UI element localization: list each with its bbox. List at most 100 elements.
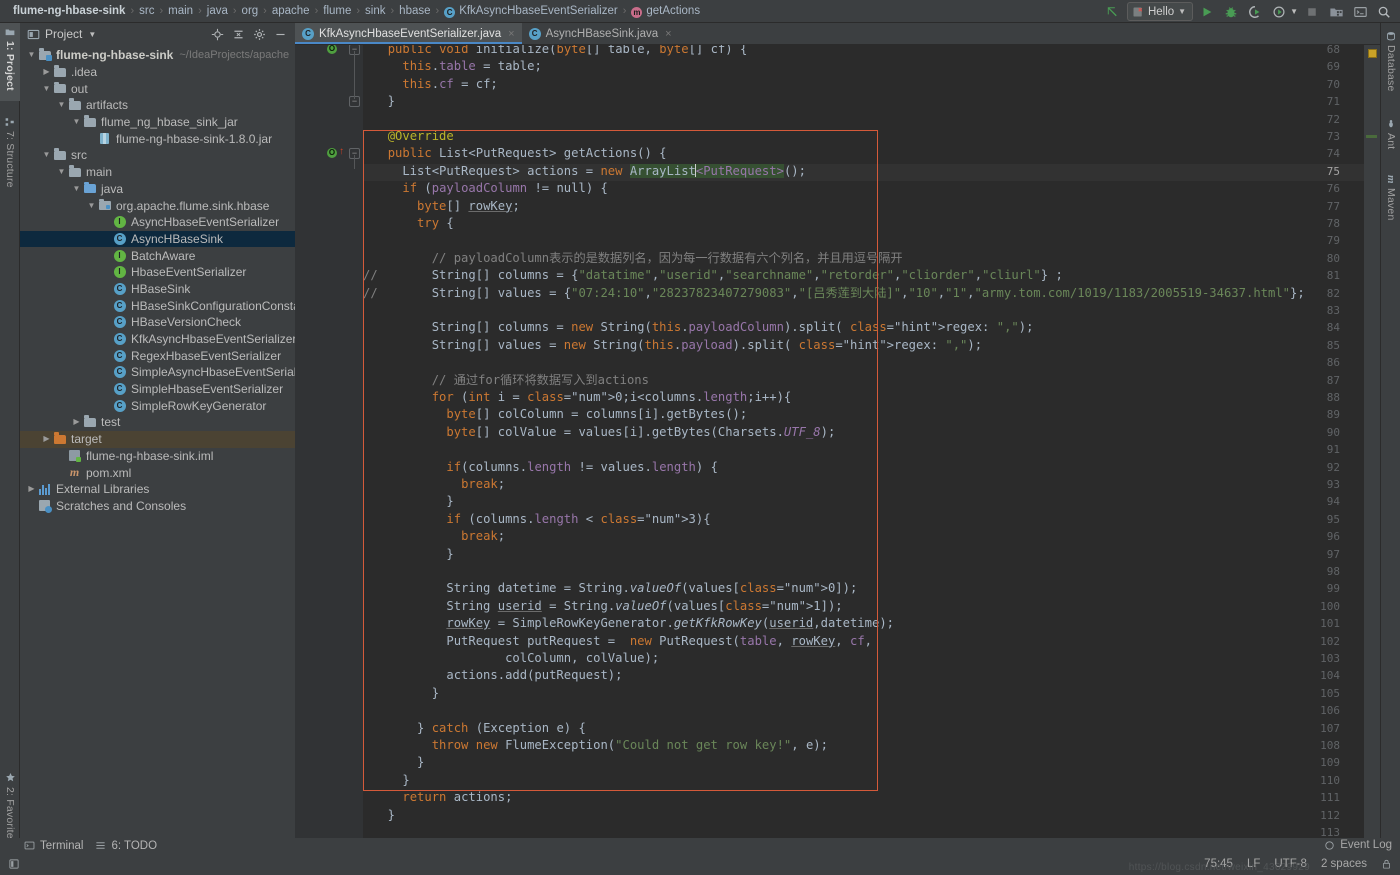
tree-node-flume-ng-hbase-sink-1.8.0.jar[interactable]: flume-ng-hbase-sink-1.8.0.jar	[20, 130, 295, 147]
editor-tab-asynchbasesink-java[interactable]: C AsyncHBaseSink.java ×	[521, 23, 679, 44]
breadcrumb-item-flume-ng-hbase-sink[interactable]: flume-ng-hbase-sink	[8, 5, 130, 17]
chevron-down-icon[interactable]: ▼	[88, 30, 96, 39]
tree-node-main[interactable]: ▼ main	[20, 164, 295, 181]
code-line[interactable]: }	[373, 685, 439, 702]
tree-node-asynchbaseeventserializer[interactable]: I AsyncHbaseEventSerializer	[20, 214, 295, 231]
implementing-arrow-icon[interactable]: ↑	[339, 147, 344, 157]
breadcrumb-item-java[interactable]: java	[202, 5, 233, 17]
tree-node-out[interactable]: ▼ out	[20, 80, 295, 97]
close-icon[interactable]: ×	[508, 28, 514, 40]
tree-node-artifacts[interactable]: ▼ artifacts	[20, 97, 295, 114]
code-line[interactable]: byte[] rowKey;	[373, 198, 520, 215]
breadcrumb-item-kfkasynchbaseeventserializer[interactable]: C KfkAsyncHbaseEventSerializer	[439, 5, 623, 18]
code-line[interactable]: if(columns.length != values.length) {	[373, 459, 718, 476]
profile-icon[interactable]	[1269, 2, 1289, 21]
tree-node-kfkasynchbaseeventserializer[interactable]: C KfkAsyncHbaseEventSerializer	[20, 331, 295, 348]
chevron-down-icon[interactable]: ▼	[56, 97, 67, 113]
code-editor[interactable]: 68 O −69 70 71−72 73 74 O ↑ −75 76 77 78 79 80 81 82 83 84…	[295, 45, 1380, 838]
sidebar-item-maven[interactable]: m Maven	[1381, 171, 1400, 239]
code-line[interactable]: this.cf = cf;	[373, 76, 497, 93]
tree-node-java[interactable]: ▼ java	[20, 181, 295, 198]
lock-icon[interactable]	[1381, 858, 1392, 870]
code-line[interactable]: rowKey = SimpleRowKeyGenerator.getKfkRow…	[373, 615, 894, 632]
info-marker[interactable]	[1366, 135, 1377, 138]
locate-icon[interactable]	[211, 28, 224, 41]
chevron-right-icon[interactable]: ▶	[26, 481, 37, 497]
code-line[interactable]: if (columns.length < class="num">3){	[373, 511, 710, 528]
sidebar-item-ant[interactable]: Ant	[1381, 115, 1400, 163]
breadcrumb-item-src[interactable]: src	[134, 5, 159, 17]
code-line[interactable]: String datetime = String.valueOf(values[…	[373, 580, 857, 597]
breadcrumb-item-sink[interactable]: sink	[360, 5, 390, 17]
chevron-down-icon[interactable]: ▼	[41, 147, 52, 163]
run-icon[interactable]	[1197, 2, 1217, 21]
tree-node-hbasesinkconfigurationconstants[interactable]: C HBaseSinkConfigurationConstants	[20, 297, 295, 314]
code-line[interactable]: actions.add(putRequest);	[373, 667, 622, 684]
code-line[interactable]: break;	[373, 476, 505, 493]
breadcrumb-item-apache[interactable]: apache	[267, 5, 315, 17]
bottom-item-todo[interactable]: 6: TODO	[95, 840, 169, 852]
code-line[interactable]: }	[373, 807, 395, 824]
tree-node-hbasesink[interactable]: C HBaseSink	[20, 281, 295, 298]
code-line[interactable]: }	[373, 546, 453, 563]
chevron-down-icon[interactable]: ▼	[41, 81, 52, 97]
terminal-icon[interactable]	[1350, 2, 1370, 21]
chevron-right-icon[interactable]: ▶	[41, 64, 52, 80]
breadcrumb-item-flume[interactable]: flume	[318, 5, 356, 17]
chevron-down-icon[interactable]: ▼	[56, 164, 67, 180]
code-line[interactable]: for (int i = class="num">0;i<columns.len…	[373, 389, 792, 406]
chevron-down-icon[interactable]: ▼	[26, 47, 37, 63]
tree-node-scratches-and-consoles[interactable]: Scratches and Consoles	[20, 498, 295, 515]
code-line[interactable]: String userid = String.valueOf(values[cl…	[373, 598, 842, 615]
code-line[interactable]: @Override	[373, 128, 454, 145]
tree-node-simplerowkeygenerator[interactable]: C SimpleRowKeyGenerator	[20, 397, 295, 414]
tree-node-regexhbaseeventserializer[interactable]: C RegexHbaseEventSerializer	[20, 347, 295, 364]
tree-node-batchaware[interactable]: I BatchAware	[20, 247, 295, 264]
sidebar-item-project[interactable]: 1: Project	[0, 23, 20, 101]
code-line[interactable]: try {	[373, 215, 454, 232]
tree-node-test[interactable]: ▶ test	[20, 414, 295, 431]
code-line[interactable]: if (payloadColumn != null) {	[373, 180, 607, 197]
run-configuration-selector[interactable]: Hello ▼	[1126, 2, 1194, 21]
editor-tab-kfkasynchbaseeventserializer-java[interactable]: C KfkAsyncHbaseEventSerializer.java ×	[295, 23, 522, 44]
code-line[interactable]: PutRequest putRequest = new PutRequest(t…	[373, 633, 872, 650]
code-line[interactable]: String[] values = new String(this.payloa…	[373, 337, 982, 354]
code-line[interactable]: return actions;	[373, 789, 512, 806]
code-line[interactable]: public void initialize(byte[] table, byt…	[373, 45, 748, 58]
sidebar-item-database[interactable]: Database	[1381, 27, 1400, 105]
chevron-down-icon[interactable]: ▼	[71, 114, 82, 130]
tree-node-simpleasynchbaseeventserializer[interactable]: C SimpleAsyncHbaseEventSerializer	[20, 364, 295, 381]
breadcrumb-item-getactions[interactable]: m getActions	[626, 5, 705, 18]
status-indent[interactable]: 2 spaces	[1321, 858, 1367, 870]
chevron-right-icon[interactable]: ▶	[41, 431, 52, 447]
tree-node-.idea[interactable]: ▶ .idea	[20, 64, 295, 81]
code-line[interactable]: this.table = table;	[373, 58, 541, 75]
bottom-item-terminal[interactable]: Terminal	[24, 840, 95, 852]
breadcrumb-item-org[interactable]: org	[237, 5, 264, 17]
code-line[interactable]: byte[] colColumn = columns[i].getBytes()…	[373, 406, 747, 423]
code-line[interactable]: break;	[373, 528, 505, 545]
code-line[interactable]: byte[] colValue = values[i].getBytes(Cha…	[373, 424, 835, 441]
tree-node-pom.xml[interactable]: m pom.xml	[20, 464, 295, 481]
code-line[interactable]: }	[373, 772, 409, 789]
hide-icon[interactable]	[274, 28, 287, 41]
close-icon[interactable]: ×	[665, 28, 671, 40]
code-line[interactable]: }	[373, 493, 453, 510]
project-tree[interactable]: ▼ flume-ng-hbase-sink ~/IdeaProjects/apach…	[20, 45, 295, 838]
chevron-down-icon[interactable]: ▼	[1290, 7, 1298, 16]
tree-node-org.apache.flume.sink.hbase[interactable]: ▼ org.apache.flume.sink.hbase	[20, 197, 295, 214]
inspection-marker-bar[interactable]	[1364, 45, 1380, 838]
tree-node-simplehbaseeventserializer[interactable]: C SimpleHbaseEventSerializer	[20, 381, 295, 398]
code-line[interactable]: throw new FlumeException("Could not get …	[373, 737, 828, 754]
tree-node-hbaseversioncheck[interactable]: C HBaseVersionCheck	[20, 314, 295, 331]
breadcrumb-item-main[interactable]: main	[163, 5, 198, 17]
tree-node-flume-ng-hbase-sink[interactable]: ▼ flume-ng-hbase-sink ~/IdeaProjects/apach…	[20, 47, 295, 64]
code-line[interactable]: String[] columns = new String(this.paylo…	[373, 319, 1034, 336]
chevron-right-icon[interactable]: ▶	[71, 414, 82, 430]
collapse-all-icon[interactable]	[232, 28, 245, 41]
hide-tool-windows-icon[interactable]	[8, 858, 20, 870]
code-line[interactable]: colColumn, colValue);	[373, 650, 659, 667]
tree-node-external-libraries[interactable]: ▶ External Libraries	[20, 481, 295, 498]
warning-marker[interactable]	[1368, 49, 1377, 58]
code-line[interactable]: } catch (Exception e) {	[373, 720, 586, 737]
